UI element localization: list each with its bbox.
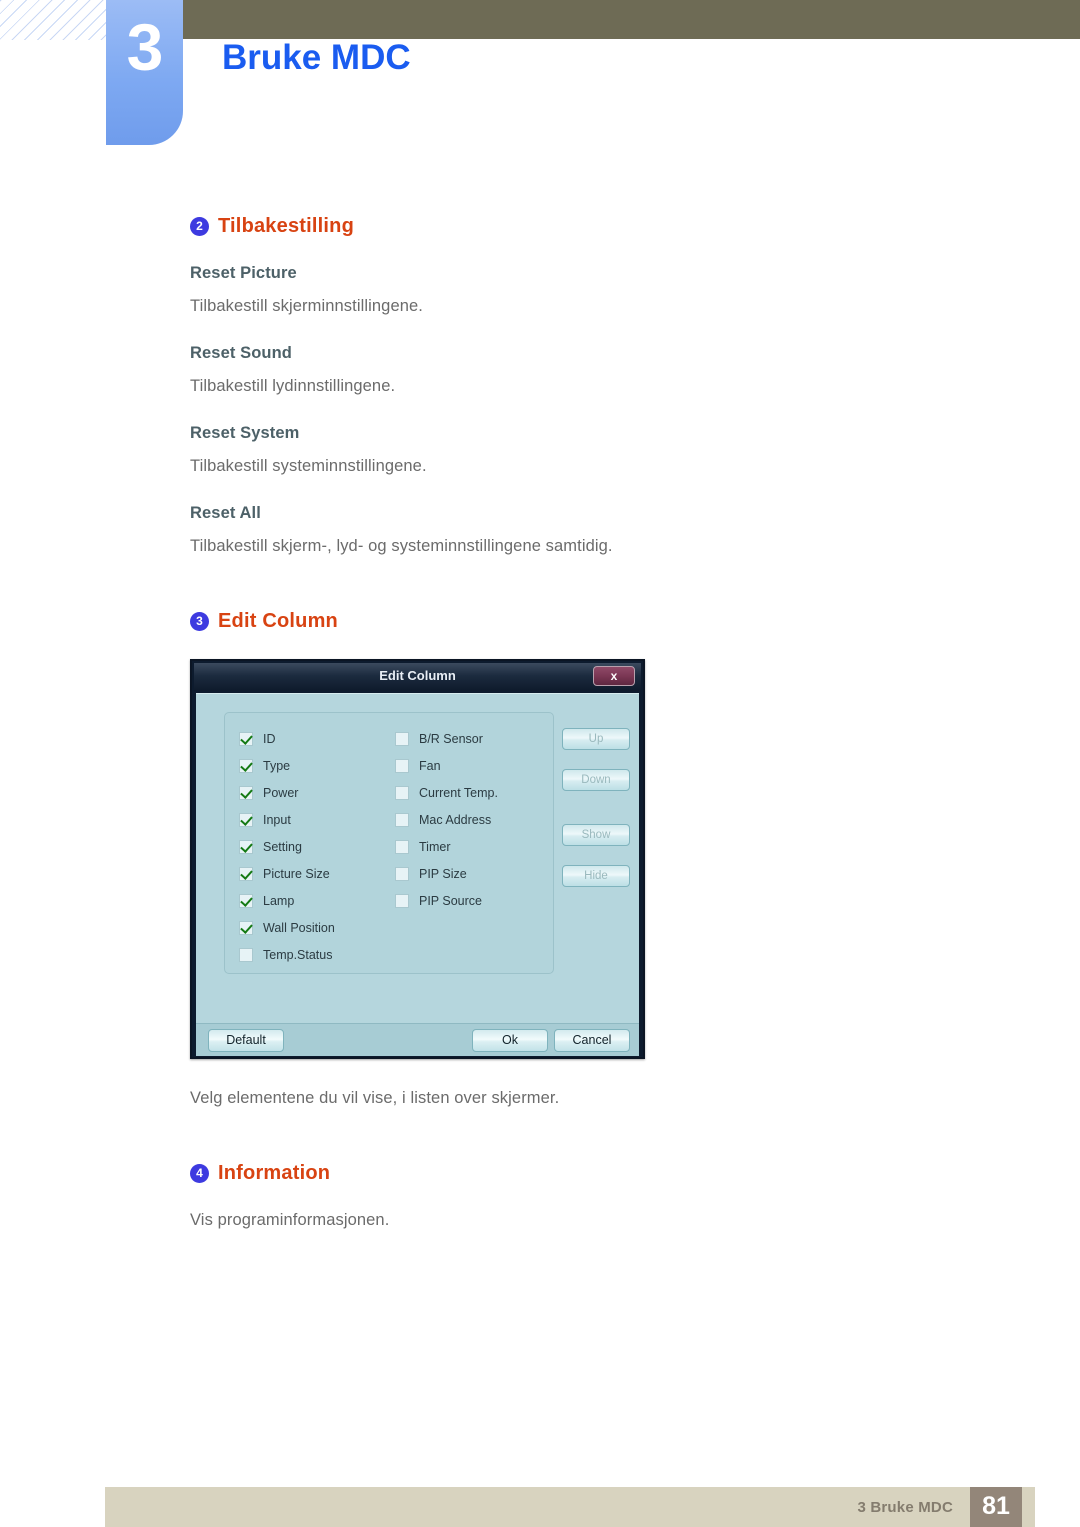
checkbox-icon-power[interactable]: [239, 785, 253, 800]
checkbox-row-setting[interactable]: Setting: [239, 833, 389, 860]
checkbox-row-fan[interactable]: Fan: [395, 752, 555, 779]
body-text-edit-column-caption: Velg elementene du vil vise, i listen ov…: [190, 1089, 560, 1107]
checkbox-row-timer[interactable]: Timer: [395, 833, 555, 860]
checkbox-icon-timer[interactable]: [395, 839, 409, 854]
page-header: 3 Bruke MDC: [0, 0, 1080, 155]
ok-button[interactable]: Ok: [472, 1029, 548, 1052]
page-content: 2 Tilbakestilling Reset Picture Tilbakes…: [190, 215, 1030, 1258]
cancel-button[interactable]: Cancel: [554, 1029, 630, 1052]
checkbox-panel: ID Type Power Input Setting Picture Size…: [224, 712, 554, 974]
dialog-body: ID Type Power Input Setting Picture Size…: [196, 693, 639, 1024]
checkbox-label-picture-size: Picture Size: [263, 866, 330, 881]
down-button[interactable]: Down: [562, 769, 630, 791]
page-number: 81: [982, 1492, 1010, 1520]
checkbox-label-pip-source: PIP Source: [419, 893, 483, 908]
checkbox-row-picture-size[interactable]: Picture Size: [239, 860, 389, 887]
checkbox-label-mac-address: Mac Address: [419, 812, 492, 827]
checkbox-label-temp-status: Temp.Status: [263, 947, 333, 962]
close-icon[interactable]: x: [593, 666, 635, 686]
checkbox-label-input: Input: [263, 812, 291, 827]
body-text-reset-all: Tilbakestill skjerm-, lyd- og systeminns…: [190, 537, 613, 555]
checkbox-label-wall-position: Wall Position: [263, 920, 335, 935]
up-button[interactable]: Up: [562, 728, 630, 750]
checkbox-label-id: ID: [263, 731, 276, 746]
footer-label: 3 Bruke MDC: [857, 1499, 953, 1516]
sub-heading-reset-sound: Reset Sound: [190, 344, 292, 362]
section-badge: 3: [190, 612, 209, 631]
checkbox-icon-id[interactable]: [239, 731, 253, 746]
checkbox-label-pip-size: PIP Size: [419, 866, 467, 881]
checkbox-icon-pip-source[interactable]: [395, 893, 409, 908]
section-badge: 2: [190, 217, 209, 236]
checkbox-column-left: ID Type Power Input Setting Picture Size…: [239, 725, 389, 968]
checkbox-row-current-temp[interactable]: Current Temp.: [395, 779, 555, 806]
checkbox-row-mac-address[interactable]: Mac Address: [395, 806, 555, 833]
dialog-title: Edit Column: [379, 668, 456, 683]
checkbox-row-temp-status[interactable]: Temp.Status: [239, 941, 389, 968]
default-button[interactable]: Default: [208, 1029, 284, 1052]
checkbox-label-setting: Setting: [263, 839, 302, 854]
checkbox-label-timer: Timer: [419, 839, 451, 854]
sub-heading-reset-system: Reset System: [190, 424, 300, 442]
checkbox-label-type: Type: [263, 758, 291, 773]
checkbox-row-power[interactable]: Power: [239, 779, 389, 806]
checkbox-icon-temp-status[interactable]: [239, 947, 253, 962]
page-number-box: 81: [970, 1487, 1022, 1527]
chapter-title: Bruke MDC: [222, 38, 411, 77]
checkbox-label-lamp: Lamp: [263, 893, 295, 908]
checkbox-row-wall-position[interactable]: Wall Position: [239, 914, 389, 941]
checkbox-icon-wall-position[interactable]: [239, 920, 253, 935]
checkbox-icon-pip-size[interactable]: [395, 866, 409, 881]
checkbox-icon-fan[interactable]: [395, 758, 409, 773]
checkbox-icon-type[interactable]: [239, 758, 253, 773]
checkbox-icon-current-temp[interactable]: [395, 785, 409, 800]
checkbox-icon-br-sensor[interactable]: [395, 731, 409, 746]
section-title: Tilbakestilling: [218, 215, 354, 237]
section-heading-edit-column: 3 Edit Column: [190, 610, 1030, 633]
body-text-reset-system: Tilbakestill systeminnstillingene.: [190, 457, 427, 475]
body-text-reset-sound: Tilbakestill lydinnstillingene.: [190, 377, 396, 395]
body-text-reset-picture: Tilbakestill skjerminnstillingene.: [190, 297, 423, 315]
checkbox-row-br-sensor[interactable]: B/R Sensor: [395, 725, 555, 752]
hide-button[interactable]: Hide: [562, 865, 630, 887]
checkbox-icon-lamp[interactable]: [239, 893, 253, 908]
edit-column-dialog: Edit Column x ID Type Power Input Settin…: [190, 659, 645, 1059]
page-footer: 3 Bruke MDC 81: [105, 1487, 1035, 1527]
side-button-group: Up Down Show Hide: [562, 728, 630, 887]
checkbox-label-fan: Fan: [419, 758, 441, 773]
show-button[interactable]: Show: [562, 824, 630, 846]
dialog-footer: Default Ok Cancel: [196, 1023, 639, 1056]
checkbox-column-right: B/R Sensor Fan Current Temp. Mac Address: [395, 725, 555, 914]
chapter-number: 3: [126, 10, 164, 84]
body-text-information: Vis programinformasjonen.: [190, 1211, 390, 1229]
section-title: Edit Column: [218, 610, 338, 632]
checkbox-icon-picture-size[interactable]: [239, 866, 253, 881]
sub-heading-reset-all: Reset All: [190, 504, 261, 522]
checkbox-row-pip-size[interactable]: PIP Size: [395, 860, 555, 887]
chapter-tab: 3: [106, 0, 183, 145]
sub-heading-reset-picture: Reset Picture: [190, 264, 297, 282]
checkbox-label-br-sensor: B/R Sensor: [419, 731, 483, 746]
checkbox-row-input[interactable]: Input: [239, 806, 389, 833]
section-heading-tilbakestilling: 2 Tilbakestilling: [190, 215, 1030, 238]
checkbox-icon-setting[interactable]: [239, 839, 253, 854]
checkbox-row-id[interactable]: ID: [239, 725, 389, 752]
section-heading-information: 4 Information: [190, 1162, 1030, 1185]
checkbox-row-lamp[interactable]: Lamp: [239, 887, 389, 914]
checkbox-icon-input[interactable]: [239, 812, 253, 827]
checkbox-icon-mac-address[interactable]: [395, 812, 409, 827]
section-title: Information: [218, 1162, 331, 1184]
header-olive-bar: [180, 0, 1080, 39]
checkbox-label-current-temp: Current Temp.: [419, 785, 498, 800]
checkbox-row-pip-source[interactable]: PIP Source: [395, 887, 555, 914]
section-badge: 4: [190, 1164, 209, 1183]
checkbox-row-type[interactable]: Type: [239, 752, 389, 779]
checkbox-label-power: Power: [263, 785, 299, 800]
diagonal-stripes-decoration: [0, 0, 106, 40]
dialog-titlebar: Edit Column x: [194, 663, 641, 691]
